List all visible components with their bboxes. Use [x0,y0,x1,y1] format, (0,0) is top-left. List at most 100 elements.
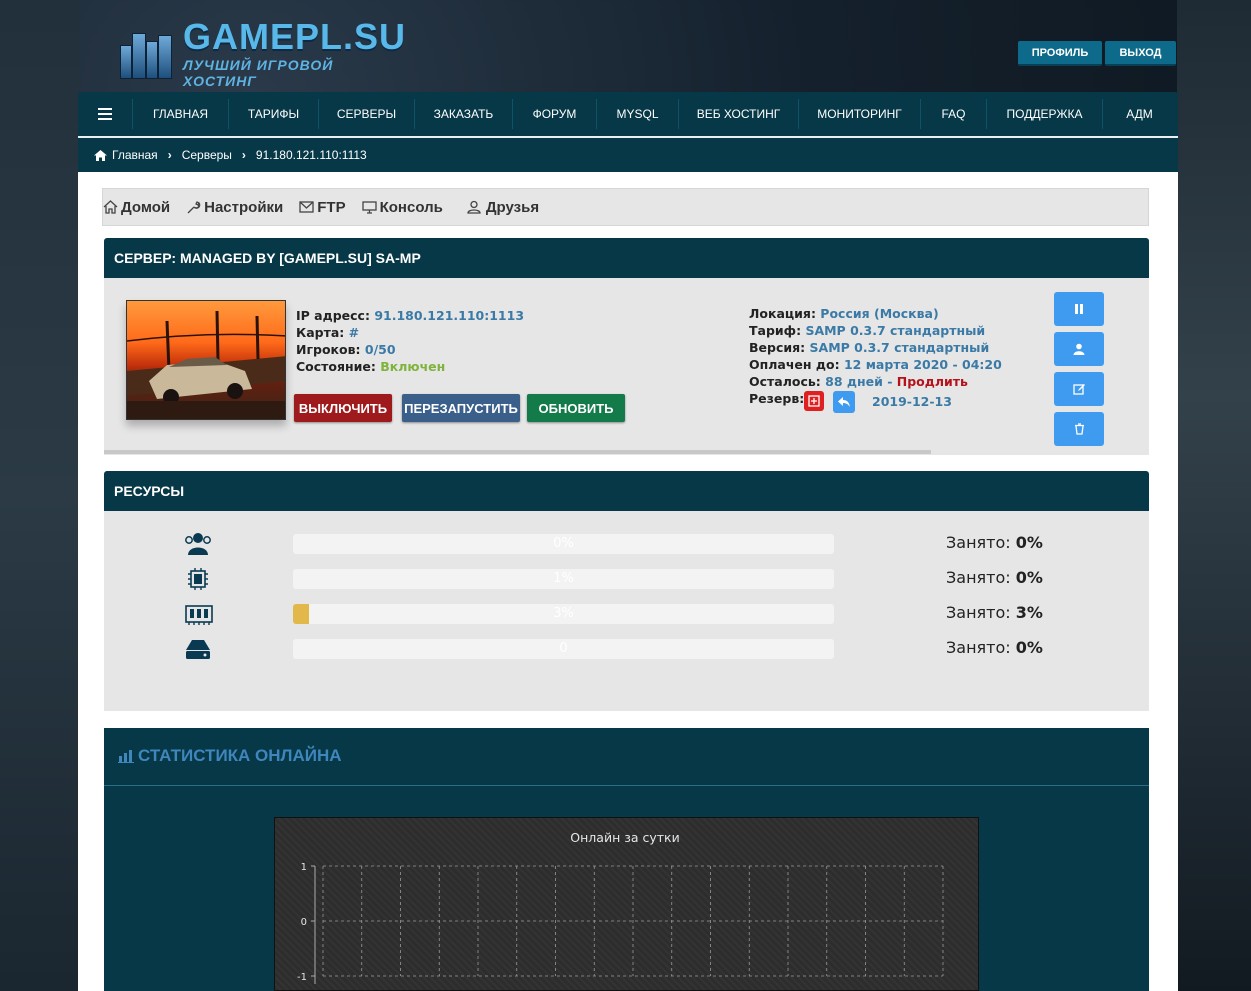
resource-row-players: 0% Занято: 0% [104,531,1149,561]
resource-row-cpu: 1% Занято: 0% [104,566,1149,596]
resource-row-memory: 3% Занято: 3% [104,601,1149,631]
chart-y-tick-label: -1 [297,972,307,983]
server-map-image [126,300,286,420]
users-icon [184,531,212,561]
edit-icon [1072,384,1085,395]
horizontal-scrollbar[interactable] [104,450,931,454]
chevron-right-icon: › [167,148,172,162]
logo-title: GAMEPL.SU [182,16,406,57]
pause-button[interactable] [1054,292,1104,326]
resources-panel: 0% Занято: 0% 1% Занято: 0% 3% Занято: 3… [104,511,1149,711]
pause-icon [1075,304,1083,314]
resource-bar-text: 0 [559,641,568,656]
tab-console[interactable]: Консоль [361,199,443,216]
chevron-right-icon: › [241,148,246,162]
breadcrumb-current: 91.180.121.110:1113 [255,148,367,162]
envelope-icon [299,201,314,213]
nav-item-admin[interactable]: АДМ [1102,99,1176,129]
resource-usage-label: Занято: 0% [946,533,1043,552]
breadcrumb: Главная › Серверы › 91.180.121.110:1113 [78,138,1178,172]
paid-until-info: Оплачен до: 12 марта 2020 - 04:20 [749,357,1002,372]
backup-date: 2019-12-13 [872,394,952,409]
extend-link[interactable]: Продлить [897,374,968,389]
monitor-icon [361,200,377,214]
logo-subtitle: ЛУЧШИЙ ИГРОВОЙ ХОСТИНГ [182,57,334,89]
ip-info: IP адресс: 91.180.121.110:1113 [296,308,525,323]
plus-square-icon [808,395,820,407]
nav-item-home[interactable]: ГЛАВНАЯ [132,99,228,129]
cpu-icon [184,566,212,596]
nav-item-mysql[interactable]: MYSQL [596,99,678,129]
breadcrumb-servers[interactable]: Серверы [182,148,232,162]
wrench-icon [187,201,201,214]
profile-button[interactable]: ПРОФИЛЬ [1018,41,1102,66]
logo-servers-icon [118,29,175,79]
tab-home[interactable]: Домой [103,199,170,216]
resource-bar-text: 3% [553,606,574,621]
nav-item-tariffs[interactable]: ТАРИФЫ [228,99,318,129]
reply-icon [838,397,850,407]
chart-title: Онлайн за сутки [570,830,679,845]
update-server-button[interactable]: ОБНОВИТЬ [527,394,625,422]
server-tabs: Домой Настройки FTP Консоль Друзья [102,188,1149,226]
resource-bar-players: 0% [293,534,834,554]
nav-item-web-hosting[interactable]: ВЕБ ХОСТИНГ [678,99,798,129]
resource-bar-text: 1% [553,571,574,586]
online-chart: Онлайн за сутки 1 0 -1 [274,817,979,991]
players-value: 0/50 [364,342,396,357]
stop-server-button[interactable]: ВЫКЛЮЧИТЬ [294,394,392,422]
online-stats-panel: СТАТИСТИКА ОНЛАЙНА Онлайн за сутки 1 0 -1 [104,728,1149,991]
nav-item-support[interactable]: ПОДДЕРЖКА [986,99,1102,129]
state-info: Состояние: Включен [296,359,446,374]
tariff-info: Тариф: SAMP 0.3.7 стандартный [749,323,986,338]
breadcrumb-home[interactable]: Главная [112,148,158,162]
user-button[interactable] [1054,332,1104,366]
chart-svg: Онлайн за сутки 1 0 -1 [297,830,944,984]
ip-value[interactable]: 91.180.121.110:1113 [374,308,524,323]
trash-icon [1074,423,1084,435]
chart-y-tick-label: 0 [301,917,307,928]
background-left [0,0,80,991]
resource-row-disk: 0 Занято: 0% [104,636,1149,666]
location-info: Локация: Россия (Москва) [749,306,939,321]
home-icon [94,149,107,161]
resource-bar-disk: 0 [293,639,834,659]
state-value: Включен [380,359,446,374]
players-info: Игроков: 0/50 [296,342,396,357]
user-icon [1073,343,1085,355]
nav-item-faq[interactable]: FAQ [920,99,986,129]
nav-item-monitoring[interactable]: МОНИТОРИНГ [798,99,920,129]
edit-button[interactable] [1054,372,1104,406]
logout-button[interactable]: ВЫХОД [1105,41,1176,66]
backup-restore-button[interactable] [833,391,855,413]
stats-heading: СТАТИСТИКА ОНЛАЙНА [118,746,342,766]
resource-bar-text: 0% [553,536,574,551]
background-right [1177,0,1251,991]
tab-friends[interactable]: Друзья [467,199,539,216]
main-nav: ГЛАВНАЯ ТАРИФЫ СЕРВЕРЫ ЗАКАЗАТЬ ФОРУМ MY… [78,92,1178,138]
backup-create-button[interactable] [804,391,824,411]
menu-icon[interactable] [78,91,132,137]
server-panel: IP адресс: 91.180.121.110:1113 Карта: # … [104,278,1149,455]
bar-chart-icon [118,750,134,763]
backup-info: Резерв: [749,391,805,406]
nav-item-forum[interactable]: ФОРУМ [512,99,596,129]
resource-bar-memory: 3% [293,604,834,624]
resources-panel-heading: РЕСУРСЫ [104,471,1149,511]
map-info: Карта: # [296,325,360,340]
chart-y-tick-label: 1 [301,862,307,873]
delete-button[interactable] [1054,412,1104,446]
tab-ftp[interactable]: FTP [299,199,346,216]
tab-settings[interactable]: Настройки [186,199,283,216]
resource-usage-label: Занято: 0% [946,568,1043,587]
resource-usage-label: Занято: 0% [946,638,1043,657]
site-logo[interactable]: GAMEPL.SU ЛУЧШИЙ ИГРОВОЙ ХОСТИНГ [118,19,408,89]
resource-bar-cpu: 1% [293,569,834,589]
restart-server-button[interactable]: ПЕРЕЗАПУСТИТЬ [402,394,520,422]
disk-icon [184,636,212,666]
server-panel-heading: СЕРВЕР: MANAGED BY [GAMEPL.SU] SA-MP [104,238,1149,278]
nav-item-servers[interactable]: СЕРВЕРЫ [318,99,414,129]
days-left-info: Осталось: 88 дней - Продлить [749,374,968,389]
nav-item-order[interactable]: ЗАКАЗАТЬ [414,99,512,129]
home-outline-icon [103,200,118,214]
